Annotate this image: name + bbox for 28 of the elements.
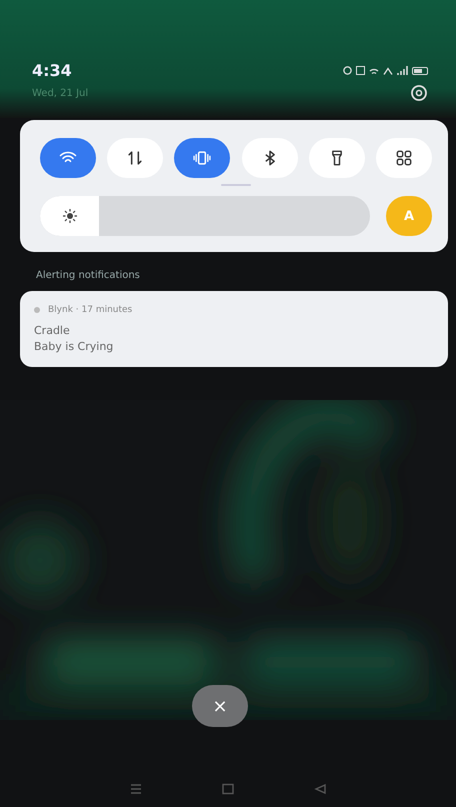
brightness-slider[interactable] [40,196,370,236]
data-toggle[interactable] [107,138,164,178]
menu-icon[interactable] [129,783,143,795]
grid-toggle[interactable] [376,138,432,178]
network-icon [383,66,393,74]
back-icon[interactable] [313,783,327,795]
flashlight-toggle[interactable] [308,138,365,178]
clear-all-button[interactable]: × [192,685,248,727]
status-time: 4:34 [32,61,72,80]
home-icon[interactable] [221,783,235,795]
notification-app: Blynk · 17 minutes [48,305,132,315]
date-label: Wed, 21 Jul [32,88,88,98]
section-label: Alerting notifications [36,270,141,281]
vibrate-toggle[interactable] [174,138,230,178]
notification-card[interactable]: Blynk · 17 minutes Cradle Baby is Crying [20,291,448,367]
notification-text: Baby is Crying [34,340,114,353]
grid-icon [394,148,414,168]
battery-icon [412,66,428,74]
circle-icon [343,66,352,75]
bluetooth-toggle[interactable] [242,138,298,178]
square-icon [356,66,365,75]
wifi-icon [369,68,379,74]
sun-icon [62,209,77,223]
settings-icon[interactable] [410,84,428,102]
app-icon [34,307,40,313]
wifi-toggle[interactable] [40,138,96,178]
notification-title: Cradle [34,324,71,337]
signal-icon [397,66,408,75]
